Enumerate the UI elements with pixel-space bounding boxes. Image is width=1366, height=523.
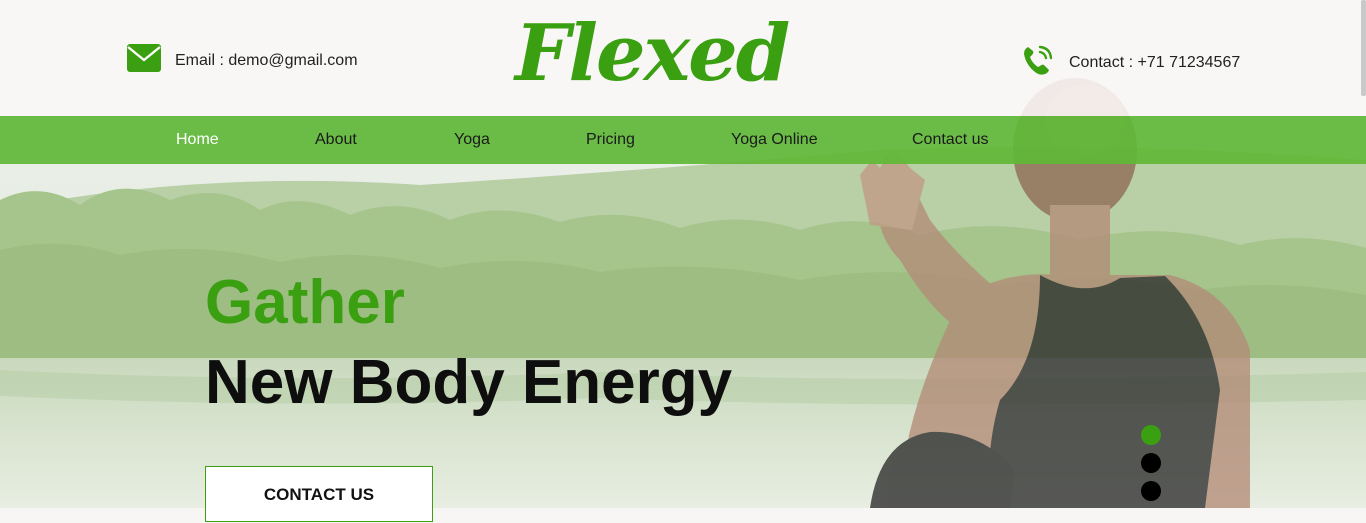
site-logo[interactable]: Flexed [515,4,790,104]
hero-title-line2: New Body Energy [205,348,733,417]
nav-item-about[interactable]: About [315,116,357,164]
phone-icon [1021,43,1055,82]
envelope-icon [127,44,161,77]
nav-item-yoga-online[interactable]: Yoga Online [731,116,818,164]
top-header: Email : demo@gmail.com Flexed Contact : … [0,0,1366,116]
nav-item-home[interactable]: Home [176,116,219,164]
page-scrollbar[interactable] [1361,0,1366,96]
email-info: Email : demo@gmail.com [127,44,358,77]
contact-text: Contact : +71 71234567 [1069,53,1241,71]
slider-dot-3[interactable] [1141,481,1161,501]
nav-item-contact-us[interactable]: Contact us [912,116,988,164]
main-nav: Home About Yoga Pricing Yoga Online Cont… [0,116,1366,164]
slider-dot-2[interactable] [1141,453,1161,473]
hero-title-line1: Gather [205,268,405,337]
contact-us-button[interactable]: CONTACT US [205,466,433,522]
nav-item-yoga[interactable]: Yoga [454,116,490,164]
contact-us-button-label: CONTACT US [263,485,375,504]
contact-info: Contact : +71 71234567 [1021,43,1240,82]
email-text: Email : demo@gmail.com [175,51,358,69]
nav-item-pricing[interactable]: Pricing [586,116,635,164]
slider-dot-1[interactable] [1141,425,1161,445]
